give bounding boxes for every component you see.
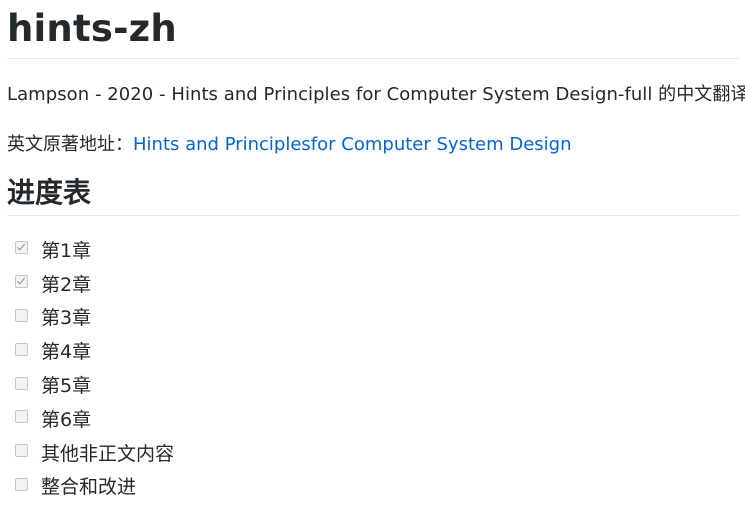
task-checkbox[interactable]: [15, 275, 28, 289]
progress-heading: 进度表: [7, 176, 92, 209]
task-label: 其他非正文内容: [41, 442, 175, 465]
source-line: 英文原著地址：Hints and Principlesfor Computer …: [7, 107, 745, 157]
task-item: 其他非正文内容: [7, 437, 745, 471]
task-item: 第4章: [7, 335, 745, 369]
task-label: 第1章: [41, 239, 92, 262]
source-link[interactable]: Hints and Principlesfor Computer System …: [133, 134, 571, 155]
task-item: 第3章: [7, 302, 745, 336]
task-list: 第1章 第2章 第3章 第4章 第5章 第6章 其他非正文内容 整合和改进: [7, 216, 745, 504]
task-checkbox[interactable]: [15, 444, 28, 458]
task-checkbox[interactable]: [15, 410, 28, 424]
task-item: 第1章: [7, 234, 745, 268]
task-item: 第5章: [7, 369, 745, 403]
task-checkbox[interactable]: [15, 342, 28, 356]
source-label: 英文原著地址：: [7, 134, 133, 155]
task-label: 第5章: [41, 375, 92, 398]
task-checkbox[interactable]: [15, 477, 28, 491]
task-label: 第4章: [41, 341, 92, 364]
task-checkbox[interactable]: [15, 241, 28, 255]
task-label: 第3章: [41, 307, 92, 330]
page-title: hints-zh: [7, 7, 177, 50]
task-checkbox[interactable]: [15, 308, 28, 322]
description-text: Lampson - 2020 - Hints and Principles fo…: [7, 84, 745, 105]
task-item: 第2章: [7, 268, 745, 302]
task-label: 第2章: [41, 273, 92, 296]
readme-page: hints-zh Lampson - 2020 - Hints and Prin…: [0, 0, 745, 532]
task-label: 整合和改进: [41, 476, 137, 499]
task-label: 第6章: [41, 408, 92, 431]
task-item: 整合和改进: [7, 471, 745, 505]
task-checkbox[interactable]: [15, 376, 28, 390]
task-item: 第6章: [7, 403, 745, 437]
